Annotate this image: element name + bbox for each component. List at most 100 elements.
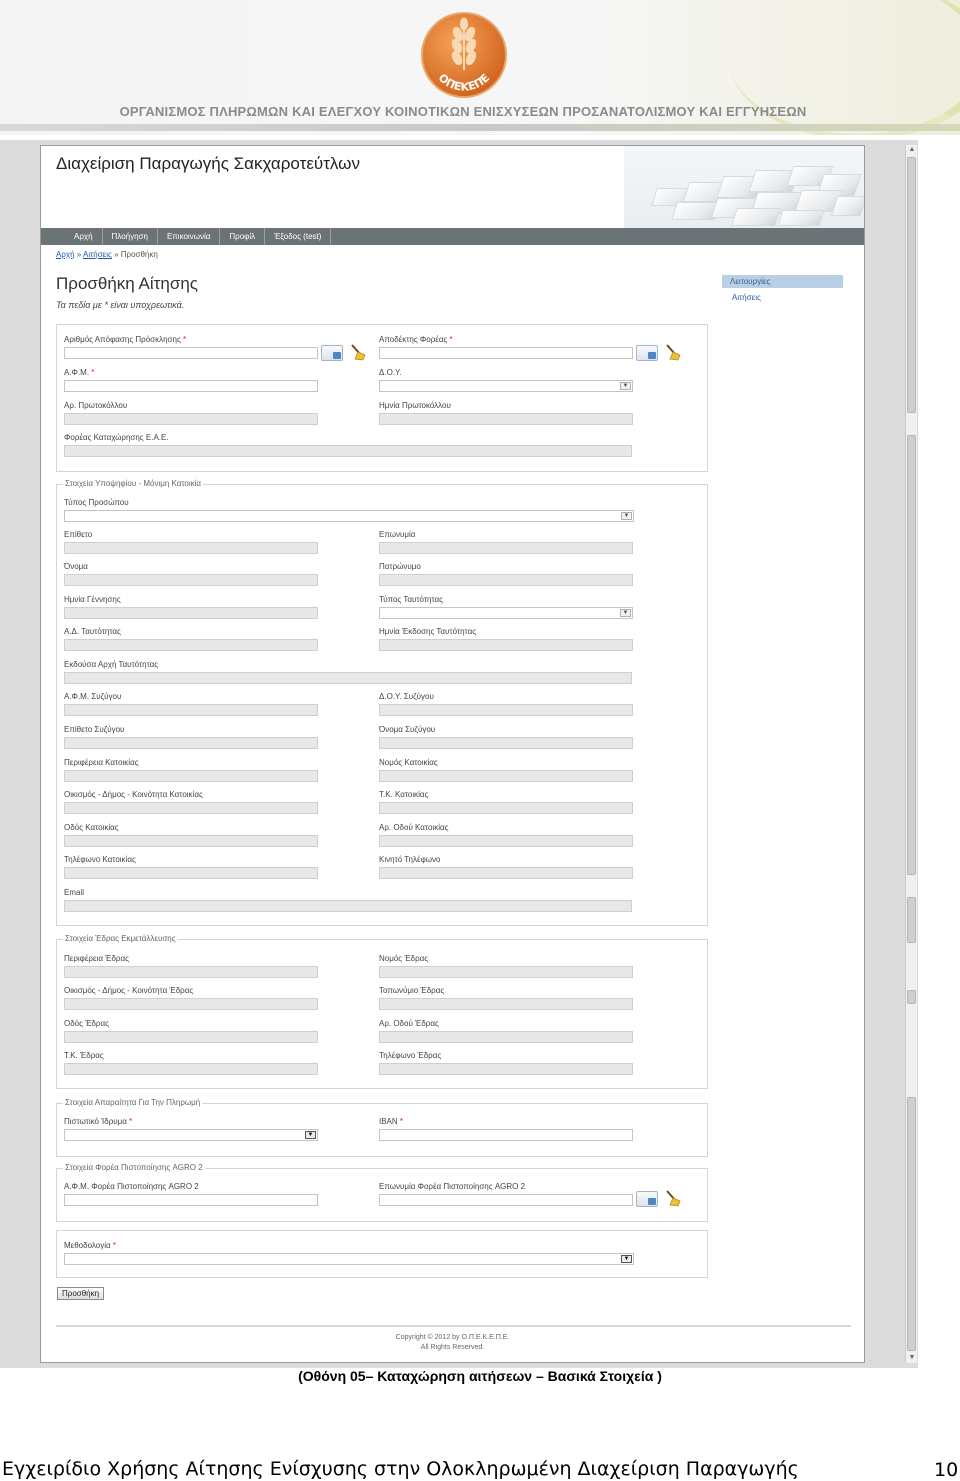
footer-divider: [56, 1325, 851, 1327]
chevron-down-icon: ▼: [305, 1131, 316, 1139]
field-seat-region: Περιφέρεια Έδρας: [64, 954, 318, 978]
id-type-select[interactable]: ▼: [379, 607, 633, 619]
legend-agro: Στοιχεία Φορέα Πιστοποίησης AGRO 2: [63, 1163, 205, 1172]
banner-title: ΟΡΓΑΝΙΣΜΟΣ ΠΛΗΡΩΜΩΝ ΚΑΙ ΕΛΕΓΧΟΥ ΚΟΙΝΟΤΙΚ…: [119, 104, 807, 119]
required-mark: *: [89, 368, 95, 377]
legend-payment: Στοιχεία Απαραίτητα Για Την Πληρωμή: [63, 1098, 203, 1107]
agro-name-input[interactable]: [379, 1194, 633, 1206]
nav-home[interactable]: Αρχή: [65, 228, 103, 245]
decision-number-input[interactable]: [64, 347, 318, 359]
agro-lookup-button[interactable]: [636, 1191, 658, 1207]
page-title: Προσθήκη Αίτησης: [56, 274, 198, 293]
bank-select[interactable]: ▼: [64, 1129, 318, 1141]
breadcrumb-home[interactable]: Αρχή: [56, 250, 75, 259]
field-seat-postal-code: Τ.Κ. Έδρας: [64, 1051, 318, 1075]
birth-date-input: [64, 607, 318, 619]
scroll-thumb[interactable]: [907, 897, 916, 943]
scroll-thumb[interactable]: [907, 1097, 916, 1351]
label-iban: IBAN: [379, 1117, 398, 1126]
label-id-type: Τύπος Ταυτότητας: [379, 595, 443, 604]
opekepe-logo: ΟΠΕΚΕΠΕ: [421, 12, 507, 98]
scroll-up-icon[interactable]: ▲: [906, 145, 918, 155]
label-eae-entity: Φορέας Καταχώρησης Ε.Α.Ε.: [64, 433, 169, 442]
field-id-authority: Εκδούσα Αρχή Ταυτότητας: [64, 660, 632, 684]
app-footer: Copyright © 2012 by Ο.Π.Ε.Κ.Ε.Π.Ε. All R…: [41, 1333, 864, 1353]
seat-settlement-input: [64, 998, 318, 1010]
field-first-name: Όνομα: [64, 562, 318, 586]
breadcrumb: Αρχή » Αιτήσεις » Προσθήκη: [56, 250, 158, 259]
label-recipient: Αποδέκτης Φορέας: [379, 335, 448, 344]
window-scrollbar[interactable]: ▲ ▼: [905, 145, 917, 1363]
chevron-down-icon: ▼: [620, 382, 631, 390]
clear-decision-broom-icon[interactable]: [349, 343, 367, 361]
nav-logout[interactable]: Έξοδος (test): [265, 228, 332, 245]
app-title: Διαχείριση Παραγωγής Σακχαροτεύτλων: [56, 154, 360, 173]
field-birth-date: Ημνία Γέννησης: [64, 595, 318, 619]
lookup-icon: [636, 345, 658, 361]
breadcrumb-applications[interactable]: Αιτήσεις: [83, 250, 112, 259]
recipient-lookup-button[interactable]: [636, 345, 658, 361]
field-methodology: Μεθοδολογία * ▼: [64, 1241, 634, 1265]
label-spouse-name: Όνομα Συζύγου: [379, 725, 436, 734]
phone-input: [64, 867, 318, 879]
field-iban: IBAN *: [379, 1117, 633, 1141]
first-name-input: [64, 574, 318, 586]
label-spouse-surname: Επίθετο Συζύγου: [64, 725, 125, 734]
label-seat-region: Περιφέρεια Έδρας: [64, 954, 129, 963]
doy-select[interactable]: ▼: [379, 380, 633, 392]
field-spouse-name: Όνομα Συζύγου: [379, 725, 633, 749]
spouse-name-input: [379, 737, 633, 749]
scroll-thumb[interactable]: [907, 157, 916, 413]
field-seat-street: Οδός Έδρας: [64, 1019, 318, 1043]
legend-applicant: Στοιχεία Υποψηφίου - Μόνιμη Κατοικία: [63, 479, 204, 488]
required-mark: *: [110, 1241, 116, 1250]
field-surname: Επίθετο: [64, 530, 318, 554]
required-mark: *: [397, 1117, 404, 1126]
chevron-down-icon: ▼: [620, 609, 631, 617]
nav-contact[interactable]: Επικοινωνία: [158, 228, 221, 245]
label-agro-afm: Α.Φ.Μ. Φορέα Πιστοποίησης AGRO 2: [64, 1182, 199, 1191]
scroll-down-icon[interactable]: ▼: [906, 1353, 918, 1363]
agro-afm-input[interactable]: [64, 1194, 318, 1206]
label-settlement: Οικισμός - Δήμος - Κοινότητα Κατοικίας: [64, 790, 203, 799]
methodology-select[interactable]: ▼: [64, 1253, 634, 1265]
person-type-select[interactable]: ▼: [64, 510, 634, 522]
section-agro: Στοιχεία Φορέα Πιστοποίησης AGRO 2 Α.Φ.Μ…: [56, 1163, 708, 1222]
section-method: Μεθοδολογία * ▼: [56, 1230, 708, 1278]
chevron-down-icon: ▼: [621, 1255, 632, 1263]
nav-navigation[interactable]: Πλοήγηση: [103, 228, 158, 245]
email-input: [64, 900, 632, 912]
footer-copyright: Copyright © 2012 by Ο.Π.Ε.Κ.Ε.Π.Ε.: [395, 1334, 510, 1341]
id-authority-input: [64, 672, 632, 684]
scroll-thumb[interactable]: [907, 990, 916, 1004]
submit-button[interactable]: Προσθήκη: [57, 1287, 105, 1300]
nav-profile[interactable]: Προφίλ: [220, 228, 266, 245]
label-spouse-doy: Δ.Ο.Υ. Συζύγου: [379, 692, 434, 701]
id-issue-date-input: [379, 639, 633, 651]
field-id-issue-date: Ημνία Έκδοσης Ταυτότητας: [379, 627, 633, 651]
spouse-doy-input: [379, 704, 633, 716]
afm-input[interactable]: [64, 380, 318, 392]
decision-lookup-button[interactable]: [321, 345, 343, 361]
recipient-input[interactable]: [379, 347, 633, 359]
street-number-input: [379, 835, 633, 847]
field-protocol-date: Ημνία Πρωτοκόλλου: [379, 401, 633, 425]
field-email: Email: [64, 888, 632, 912]
breadcrumb-current: Προσθήκη: [120, 250, 158, 259]
label-seat-street-number: Αρ. Οδού Έδρας: [379, 1019, 439, 1028]
iban-input[interactable]: [379, 1129, 633, 1141]
chevron-down-icon: ▼: [621, 512, 632, 520]
side-menu-applications[interactable]: Αιτήσεις: [722, 288, 843, 302]
field-decision-number: Αριθμός Απόφασης Πρόσκλησης *: [64, 335, 318, 359]
label-id-issue-date: Ημνία Έκδοσης Ταυτότητας: [379, 627, 477, 636]
label-seat-postal-code: Τ.Κ. Έδρας: [64, 1051, 104, 1060]
field-postal-code: Τ.Κ. Κατοικίας: [379, 790, 633, 814]
eae-entity-input: [64, 445, 632, 457]
clear-recipient-broom-icon[interactable]: [664, 343, 682, 361]
scroll-thumb[interactable]: [907, 435, 916, 875]
field-bank: Πιστωτικό Ίδρυμα * ▼: [64, 1117, 318, 1141]
seat-street-input: [64, 1031, 318, 1043]
label-first-name: Όνομα: [64, 562, 88, 571]
clear-agro-broom-icon[interactable]: [664, 1189, 682, 1207]
label-email: Email: [64, 888, 85, 897]
